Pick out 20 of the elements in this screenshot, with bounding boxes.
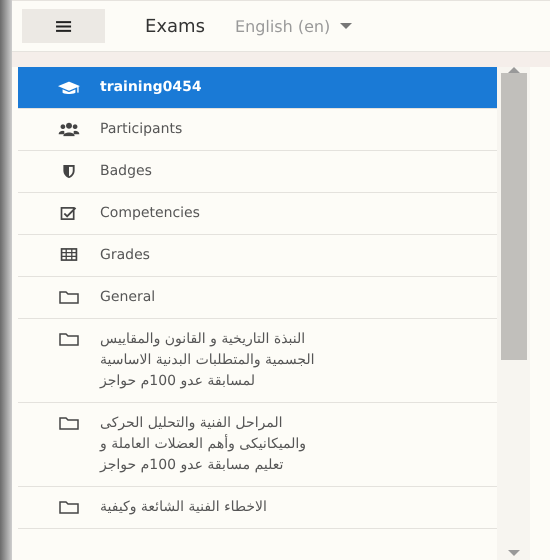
scrollbar-thumb[interactable] [500, 73, 526, 360]
nav-item[interactable]: Competencies [18, 193, 497, 235]
scrollbar[interactable] [497, 67, 530, 560]
users-icon [58, 122, 80, 137]
folder-icon [58, 332, 80, 346]
folder-icon [58, 500, 80, 514]
menu-button[interactable]: ≡ [22, 9, 105, 43]
table-icon [58, 248, 80, 261]
folder-icon [58, 416, 80, 430]
nav-item[interactable]: General [18, 277, 497, 319]
graduation-cap-icon [58, 80, 80, 96]
page-title: Exams [145, 16, 205, 36]
folder-icon [58, 290, 80, 304]
nav-item[interactable]: Grades [18, 235, 497, 277]
nav-item[interactable]: training0454 [18, 67, 497, 109]
nav-item[interactable]: Badges [18, 151, 497, 193]
caret-icon [340, 23, 352, 29]
scroll-down-icon[interactable] [508, 550, 520, 556]
nav-item[interactable]: Participants [18, 109, 497, 151]
nav-item[interactable]: الاخطاء الفنية الشائعة وكيفية [18, 487, 497, 529]
